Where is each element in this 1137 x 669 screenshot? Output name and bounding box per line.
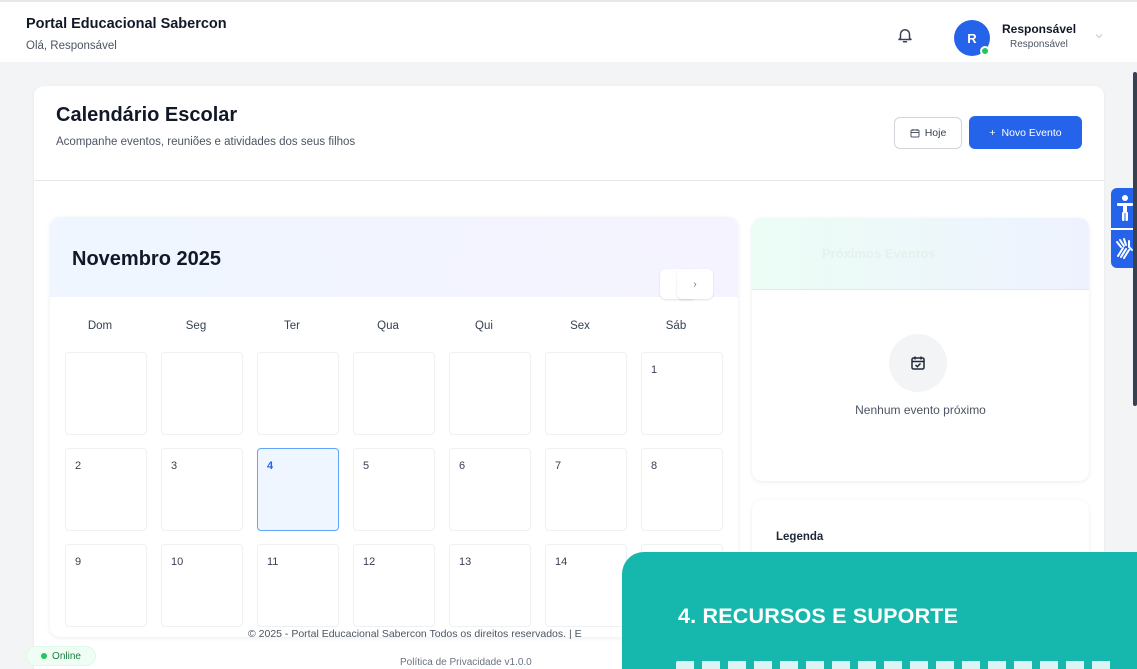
footer-links[interactable]: Política de Privacidade v1.0.0 (400, 657, 532, 668)
today-button-label: Hoje (924, 127, 947, 139)
online-indicator (980, 46, 990, 56)
day-number: 7 (555, 460, 562, 472)
day-number: 2 (75, 460, 82, 472)
status-label: Online (52, 650, 81, 662)
weekday-label: Seg (185, 320, 207, 332)
day-number: 4 (267, 460, 274, 472)
plus-icon: + (989, 126, 996, 139)
user-role: Responsável (1010, 39, 1068, 50)
day-number: 3 (171, 460, 178, 472)
day-cell[interactable] (257, 352, 339, 435)
day-cell[interactable]: 13 (449, 544, 531, 627)
today-button[interactable]: Hoje (894, 117, 962, 149)
scrollbar-thumb[interactable] (1133, 72, 1137, 406)
day-cell[interactable]: 10 (161, 544, 243, 627)
top-bar: Portal Educacional Sabercon Olá, Respons… (0, 0, 1137, 62)
page-subtitle: Acompanhe eventos, reuniões e atividades… (56, 136, 356, 148)
events-header: Próximos Eventos (752, 218, 1089, 290)
status-dot (41, 653, 48, 659)
calendar-header: Novembro 2025 ‹ › (50, 217, 738, 299)
events-header-title: Próximos Eventos (822, 246, 936, 261)
day-cell[interactable]: 14 (545, 544, 627, 627)
overlay-text-fragment (676, 661, 1116, 669)
user-name[interactable]: Responsável (1002, 22, 1076, 36)
day-cell[interactable]: 5 (353, 448, 435, 531)
day-number: 12 (363, 556, 376, 568)
page-title: Calendário Escolar (56, 104, 238, 126)
empty-state-icon-wrap (889, 334, 947, 392)
day-cell[interactable]: 1 (641, 352, 723, 435)
day-cell[interactable] (449, 352, 531, 435)
day-cell[interactable] (353, 352, 435, 435)
status-badge: Online (26, 646, 96, 666)
header-divider (34, 180, 1104, 181)
day-cell[interactable]: 2 (65, 448, 147, 531)
avatar[interactable]: R (954, 20, 990, 56)
legend-title: Legenda (776, 531, 824, 543)
weekday-label: Qua (377, 320, 399, 332)
day-cell[interactable]: 8 (641, 448, 723, 531)
day-number: 1 (651, 364, 658, 376)
day-cell[interactable] (545, 352, 627, 435)
day-number: 8 (651, 460, 658, 472)
weekday-label: Qui (475, 320, 493, 332)
day-number: 10 (171, 556, 184, 568)
day-number: 13 (459, 556, 472, 568)
brand-title[interactable]: Portal Educacional Sabercon (26, 16, 227, 32)
greeting-text: Olá, Responsável (26, 40, 117, 52)
empty-state-text: Nenhum evento próximo (855, 403, 986, 417)
weekday-label: Dom (87, 320, 113, 332)
day-cell[interactable]: 7 (545, 448, 627, 531)
chevron-right-icon: › (693, 278, 697, 290)
footer-copyright: © 2025 - Portal Educacional Sabercon Tod… (248, 628, 582, 640)
day-number: 11 (267, 556, 279, 568)
next-month-button[interactable]: › (677, 269, 713, 299)
month-label: Novembro 2025 (72, 248, 221, 270)
calendar-icon (910, 129, 920, 138)
day-cell[interactable]: 3 (161, 448, 243, 531)
day-cell[interactable]: 6 (449, 448, 531, 531)
avatar-initial: R (967, 30, 977, 46)
accessibility-icon[interactable] (1115, 194, 1135, 222)
new-event-button[interactable]: + Novo Evento (969, 116, 1082, 149)
day-cell[interactable] (161, 352, 243, 435)
weekday-label: Sex (570, 320, 590, 332)
weekday-label: Sáb (665, 320, 687, 332)
day-cell[interactable] (65, 352, 147, 435)
weekday-label: Ter (284, 320, 300, 332)
overlay-title: 4. RECURSOS E SUPORTE (678, 604, 959, 628)
day-number: 6 (459, 460, 466, 472)
day-cell[interactable]: 9 (65, 544, 147, 627)
day-number: 9 (75, 556, 82, 568)
chevron-down-icon[interactable] (1094, 31, 1104, 41)
day-number: 14 (555, 556, 568, 568)
day-cell[interactable]: 12 (353, 544, 435, 627)
upcoming-events-card: Próximos Eventos Nenhum evento próximo (752, 218, 1089, 481)
new-event-label: Novo Evento (1001, 126, 1062, 139)
day-cell[interactable]: 11 (257, 544, 339, 627)
bell-icon[interactable] (896, 26, 914, 44)
day-number: 5 (363, 460, 370, 472)
day-cell-today[interactable]: 4 (257, 448, 339, 531)
calendar-check-icon (911, 356, 925, 370)
